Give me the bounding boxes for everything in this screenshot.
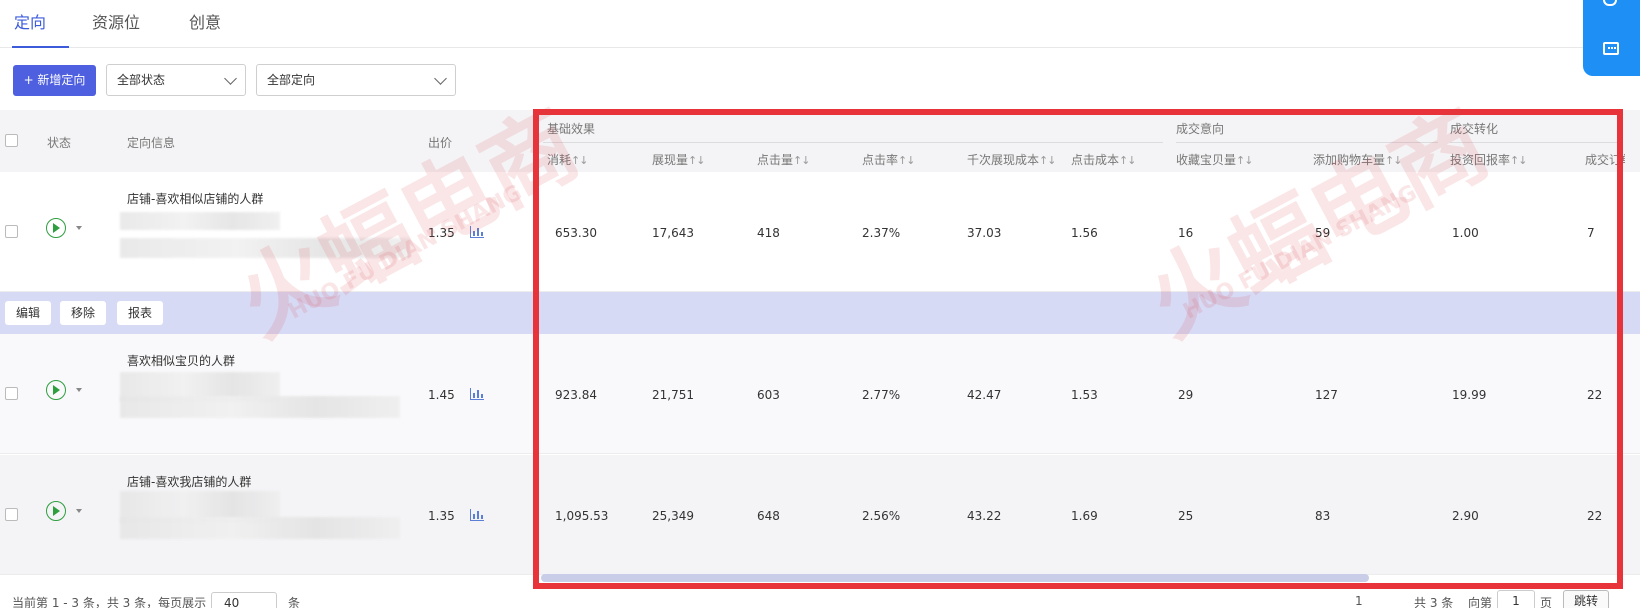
floating-toolbar — [1583, 0, 1640, 76]
header-bid: 出价 — [428, 136, 453, 150]
remove-button[interactable]: 移除 — [60, 301, 106, 325]
goto-page-input[interactable]: 1 — [1497, 590, 1535, 608]
report-button[interactable]: 报表 — [117, 301, 163, 325]
chart-icon[interactable] — [470, 388, 484, 400]
pagination-unit: 条 — [288, 596, 301, 608]
chevron-down-icon[interactable] — [76, 388, 82, 392]
edit-button[interactable]: 编辑 — [5, 301, 51, 325]
blurred-detail — [120, 517, 400, 539]
header-status: 状态 — [47, 136, 72, 150]
bell-icon[interactable] — [1603, 0, 1617, 6]
blurred-detail — [120, 212, 280, 230]
play-icon[interactable] — [46, 218, 66, 238]
tab-creative[interactable]: 创意 — [189, 9, 221, 48]
row-checkbox[interactable] — [5, 508, 18, 521]
add-targeting-button[interactable]: + 新增定向 — [13, 65, 96, 96]
targeting-name: 店铺-喜欢我店铺的人群 — [127, 475, 252, 489]
select-all-checkbox[interactable] — [5, 134, 18, 147]
status-select[interactable]: 全部状态 — [106, 64, 246, 96]
highlight-box — [533, 109, 1623, 589]
chart-icon[interactable] — [470, 226, 484, 238]
play-icon[interactable] — [46, 380, 66, 400]
bid-value[interactable]: 1.35 — [428, 226, 455, 240]
pagination-total: 共 3 条 — [1414, 596, 1454, 608]
bid-value[interactable]: 1.35 — [428, 509, 455, 523]
goto-prefix: 向第 — [1468, 596, 1493, 608]
chevron-down-icon — [224, 72, 237, 85]
bid-value[interactable]: 1.45 — [428, 388, 455, 402]
row-checkbox[interactable] — [5, 225, 18, 238]
current-page[interactable]: 1 — [1355, 594, 1363, 608]
goto-button[interactable]: 跳转 — [1563, 590, 1609, 608]
pagination-summary: 当前第 1 - 3 条，共 3 条，每页展示 — [12, 596, 207, 608]
chevron-down-icon[interactable] — [76, 509, 82, 513]
status-select-value: 全部状态 — [117, 73, 166, 87]
goto-suffix: 页 — [1540, 596, 1553, 608]
targeting-select[interactable]: 全部定向 — [256, 64, 456, 96]
chevron-down-icon — [434, 72, 447, 85]
targeting-name: 喜欢相似宝贝的人群 — [127, 354, 236, 368]
page-size-select[interactable]: 40 — [211, 592, 277, 608]
blurred-detail — [120, 238, 410, 258]
targeting-name: 店铺-喜欢相似店铺的人群 — [127, 192, 264, 206]
chevron-down-icon[interactable] — [76, 226, 82, 230]
play-icon[interactable] — [46, 501, 66, 521]
message-icon[interactable] — [1603, 42, 1619, 55]
tab-bar: 定向 资源位 创意 — [0, 0, 1640, 48]
chart-icon[interactable] — [470, 509, 484, 521]
tab-placement[interactable]: 资源位 — [92, 9, 140, 48]
page: 定向 资源位 创意 + 新增定向 全部状态 全部定向 状态 定向信息 出价 基础… — [0, 0, 1640, 608]
row-checkbox[interactable] — [5, 387, 18, 400]
tab-targeting[interactable]: 定向 — [12, 9, 69, 48]
blurred-detail — [120, 396, 400, 418]
header-targeting-info: 定向信息 — [127, 136, 176, 150]
targeting-select-value: 全部定向 — [267, 73, 316, 87]
pagination: 当前第 1 - 3 条，共 3 条，每页展示 40 条 1 共 3 条 向第 1… — [0, 588, 1640, 608]
